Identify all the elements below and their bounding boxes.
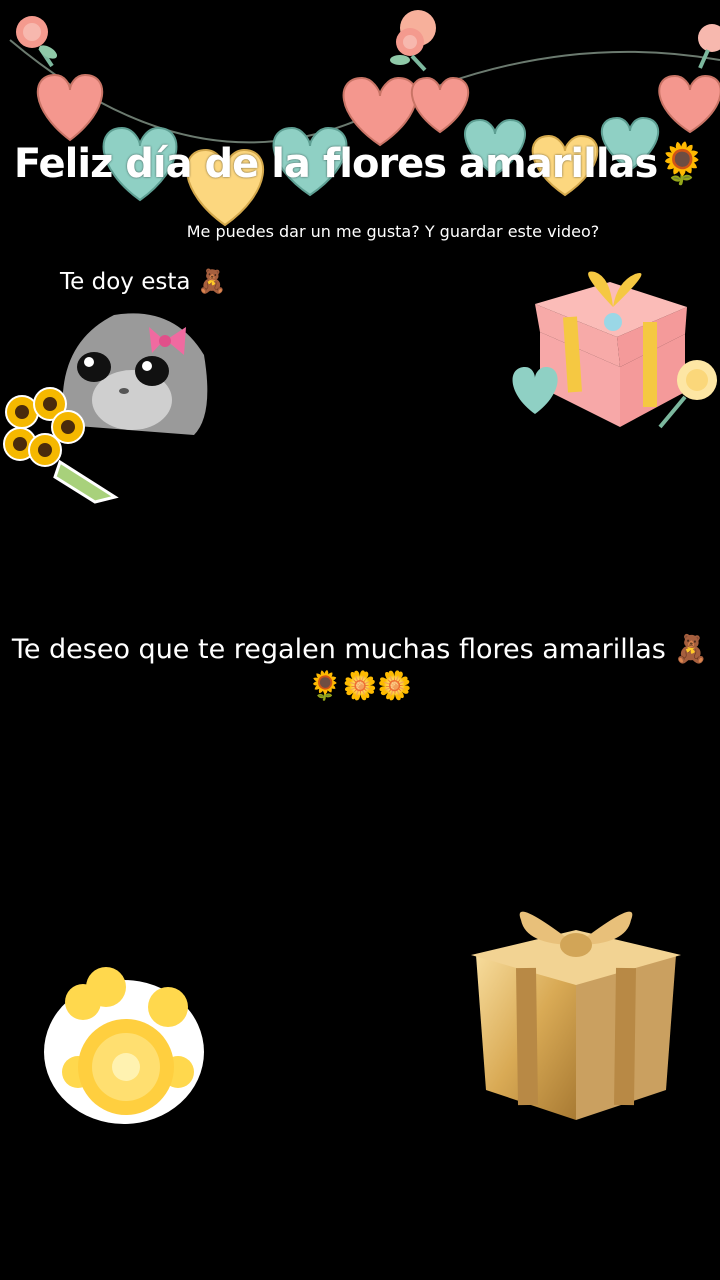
sunflower-bouquet-icon bbox=[3, 387, 119, 504]
wish-message-line: Te deseo que te regalen muchas flores am… bbox=[11, 634, 709, 665]
flower-icon bbox=[78, 1019, 174, 1115]
yellow-flower-bunch bbox=[44, 967, 204, 1124]
rose-icon bbox=[390, 10, 436, 72]
heart-icon bbox=[342, 76, 418, 147]
heart-garland bbox=[9, 10, 720, 227]
subtitle: Me puedes dar un me gusta? Y guardar est… bbox=[186, 222, 600, 241]
flower-emoji-line: 🌻🌼🌼 bbox=[307, 669, 413, 702]
rose-icon bbox=[698, 24, 720, 69]
heart-icon bbox=[410, 76, 470, 134]
heart-icon bbox=[658, 74, 720, 134]
rose-icon bbox=[16, 16, 58, 68]
heart-icon bbox=[512, 367, 558, 414]
pink-gift-box bbox=[512, 271, 717, 429]
page-title: Feliz día de la flores amarillas🌻 bbox=[13, 141, 707, 187]
golden-gift-box bbox=[471, 911, 681, 1120]
gift-caption: Te doy esta 🧸 bbox=[60, 269, 227, 295]
wish-message: Te deseo que te regalen muchas flores am… bbox=[0, 632, 720, 704]
